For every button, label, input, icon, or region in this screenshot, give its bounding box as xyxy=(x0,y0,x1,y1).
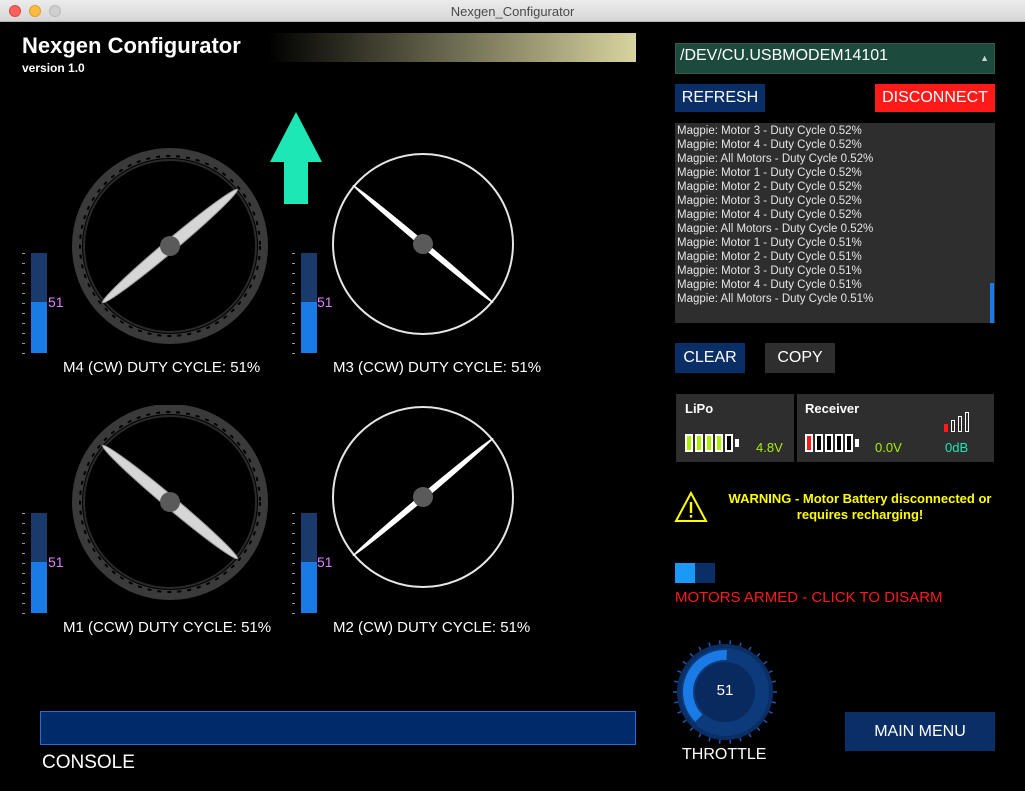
warning-line-2: requires recharging! xyxy=(796,507,924,522)
battery-cell xyxy=(685,434,693,452)
forward-arrow-icon xyxy=(270,112,322,204)
lipo-voltage: 4.8V xyxy=(756,440,783,455)
motor-4-duty-fill xyxy=(31,302,47,353)
motor-4-duty-value: 51 xyxy=(48,294,64,310)
motor-2-duty-value: 51 xyxy=(317,554,333,570)
motor-2-duty-bar xyxy=(301,513,317,613)
window-title: Nexgen_Configurator xyxy=(450,4,575,19)
dropdown-arrow-icon: ▲ xyxy=(980,53,989,63)
motor-2-label: M2 (CW) DUTY CYCLE: 51% xyxy=(333,619,531,636)
log-line: Magpie: Motor 1 - Duty Cycle 0.51% xyxy=(677,237,862,249)
log-line: Magpie: Motor 1 - Duty Cycle 0.52% xyxy=(677,167,862,179)
motor-3-duty-ticks xyxy=(292,253,298,354)
clear-button[interactable]: CLEAR xyxy=(675,343,745,373)
motor-4-label: M4 (CW) DUTY CYCLE: 51% xyxy=(63,359,261,376)
throttle-label: THROTTLE xyxy=(682,746,767,763)
log-line: Magpie: Motor 4 - Duty Cycle 0.51% xyxy=(677,279,862,291)
motor-2-duty-fill xyxy=(301,562,317,613)
motor-1-duty-bar xyxy=(31,513,47,613)
log-line: Magpie: Motor 2 - Duty Cycle 0.51% xyxy=(677,251,862,263)
signal-bar xyxy=(944,424,948,432)
console-label: CONSOLE xyxy=(42,752,135,773)
refresh-button[interactable]: REFRESH xyxy=(675,84,765,112)
disconnect-button[interactable]: DISCONNECT xyxy=(875,84,995,112)
battery-cell xyxy=(705,434,713,452)
arm-toggle-knob xyxy=(675,563,695,583)
serial-log[interactable]: Magpie: Motor 3 - Duty Cycle 0.52% Magpie… xyxy=(675,123,995,323)
log-line: Magpie: All Motors - Duty Cycle 0.51% xyxy=(677,293,874,305)
motor-3-duty-fill xyxy=(301,302,317,353)
title-gradient-bar xyxy=(268,33,636,62)
app-title: Nexgen Configurator xyxy=(22,33,241,58)
log-line: Magpie: Motor 4 - Duty Cycle 0.52% xyxy=(677,139,862,151)
serial-port-select[interactable]: /DEV/CU.USBMODEM14101 ▲ xyxy=(675,43,995,74)
receiver-signal: 0dB xyxy=(945,440,969,455)
battery-cell xyxy=(845,434,853,452)
log-line: Magpie: Motor 3 - Duty Cycle 0.52% xyxy=(677,125,862,137)
log-line: Magpie: All Motors - Duty Cycle 0.52% xyxy=(677,153,874,165)
log-line: Magpie: Motor 2 - Duty Cycle 0.52% xyxy=(677,181,862,193)
motor-4-propeller xyxy=(72,148,268,344)
battery-cell xyxy=(725,434,733,452)
copy-button[interactable]: COPY xyxy=(765,343,835,373)
motor-1-label: M1 (CCW) DUTY CYCLE: 51% xyxy=(63,619,272,636)
motor-2-duty-ticks xyxy=(292,513,298,614)
log-line: Magpie: Motor 4 - Duty Cycle 0.52% xyxy=(677,209,862,221)
throttle-value: 51 xyxy=(716,682,734,699)
signal-bar xyxy=(965,412,969,432)
battery-cell xyxy=(715,434,723,452)
motor-1-duty-ticks xyxy=(22,513,28,614)
battery-cell xyxy=(835,434,843,452)
motor-4-duty-ticks xyxy=(22,253,28,354)
motor-1-duty-value: 51 xyxy=(48,554,64,570)
battery-cell xyxy=(805,434,813,452)
signal-bar xyxy=(958,416,962,432)
log-scrollbar[interactable] xyxy=(990,283,994,323)
receiver-voltage: 0.0V xyxy=(875,440,902,455)
battery-cell xyxy=(815,434,823,452)
motor-3-propeller xyxy=(332,153,514,335)
lipo-title: LiPo xyxy=(685,401,714,416)
main-menu-button[interactable]: MAIN MENU xyxy=(845,712,995,751)
app-version: version 1.0 xyxy=(22,61,85,75)
serial-port-value: /DEV/CU.USBMODEM14101 xyxy=(680,47,889,64)
arm-toggle[interactable] xyxy=(675,563,715,583)
battery-cell xyxy=(825,434,833,452)
motor-3-label: M3 (CCW) DUTY CYCLE: 51% xyxy=(333,359,542,376)
receiver-title: Receiver xyxy=(805,401,860,416)
motor-3-duty-bar xyxy=(301,253,317,353)
motors-armed-status[interactable]: MOTORS ARMED - CLICK TO DISARM xyxy=(675,589,943,606)
signal-bar xyxy=(951,420,955,432)
warning-line-1: WARNING - Motor Battery disconnected or xyxy=(728,491,992,506)
battery-tip xyxy=(735,439,739,447)
log-line: Magpie: Motor 3 - Duty Cycle 0.52% xyxy=(677,195,862,207)
motor-3-duty-value: 51 xyxy=(317,294,333,310)
motor-1-duty-fill xyxy=(31,562,47,613)
log-line: Magpie: All Motors - Duty Cycle 0.52% xyxy=(677,223,874,235)
window-titlebar: Nexgen_Configurator xyxy=(0,0,1025,22)
warning-icon xyxy=(674,491,708,522)
battery-cell xyxy=(695,434,703,452)
console-input[interactable] xyxy=(40,711,636,745)
motor-2-propeller xyxy=(332,406,514,588)
log-line: Magpie: Motor 3 - Duty Cycle 0.51% xyxy=(677,265,862,277)
motor-4-duty-bar xyxy=(31,253,47,353)
battery-tip xyxy=(855,439,859,447)
motor-1-propeller xyxy=(72,405,268,600)
